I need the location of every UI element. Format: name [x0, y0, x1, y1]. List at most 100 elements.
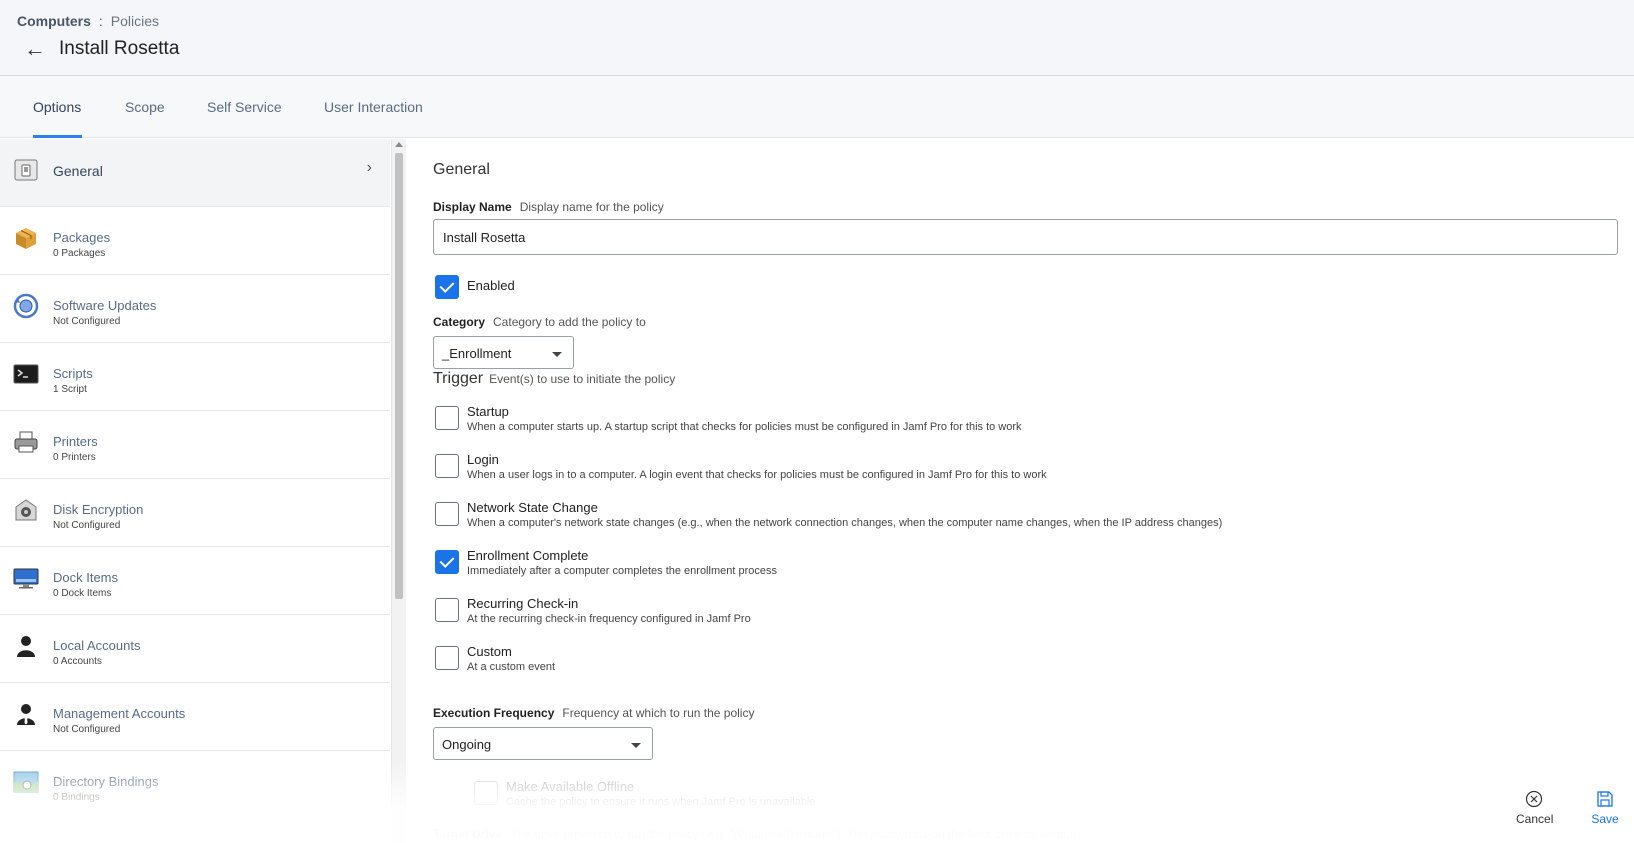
sidebar-item-subtitle: 0 Accounts	[53, 656, 102, 667]
printer-icon	[14, 431, 38, 453]
tab-options[interactable]: Options	[33, 99, 81, 115]
scrollbar-thumb[interactable]	[395, 153, 403, 599]
display-name-label: Display Name Display name for the policy	[433, 200, 664, 214]
terminal-icon	[13, 364, 39, 384]
display-name-label-text: Display Name	[433, 200, 512, 214]
display-name-input[interactable]	[433, 219, 1618, 255]
sidebar-item-label: Disk Encryption	[53, 502, 144, 517]
sidebar-item-subtitle: Not Configured	[53, 724, 121, 735]
sidebar-item-label: Management Accounts	[53, 706, 186, 721]
target-drive-label-text: Target Drive	[433, 827, 503, 841]
sidebar-item-directory-bindings[interactable]: Directory Bindings 0 Bindings	[0, 751, 390, 819]
sidebar-item-software-updates[interactable]: Software Updates Not Configured	[0, 275, 390, 343]
save-button-label: Save	[1591, 812, 1619, 826]
trigger-login-checkbox[interactable]	[435, 454, 459, 478]
breadcrumb-computers[interactable]: Computers	[17, 13, 91, 29]
caret-down-icon	[631, 743, 641, 748]
sidebar-scrollbar[interactable]	[392, 139, 406, 843]
sidebar-item-general[interactable]: General ›	[0, 139, 390, 207]
make-available-offline-label: Make Available Offline	[506, 779, 635, 794]
trigger-enrollment-complete-label: Enrollment Complete	[467, 548, 589, 563]
sidebar-item-subtitle: Not Configured	[53, 316, 121, 327]
page-title: Install Rosetta	[59, 38, 180, 59]
category-select-value: _Enrollment	[442, 346, 512, 361]
trigger-login-label: Login	[467, 452, 499, 467]
sidebar-item-label: Software Updates	[53, 298, 157, 313]
sidebar-item-scripts[interactable]: Scripts 1 Script	[0, 343, 390, 411]
breadcrumb: Computers: Policies	[17, 13, 159, 29]
sidebar-item-label: General	[53, 163, 103, 179]
tab-user-interaction[interactable]: User Interaction	[324, 99, 423, 115]
trigger-custom-desc: At a custom event	[467, 661, 556, 673]
sidebar-item-management-accounts[interactable]: Management Accounts Not Configured	[0, 683, 390, 751]
trigger-startup-checkbox[interactable]	[435, 406, 459, 430]
execution-frequency-label: Execution Frequency Frequency at which to…	[433, 706, 754, 720]
trigger-network-state-change-desc: When a computer's network state changes …	[467, 517, 1223, 529]
sidebar-item-label: Printers	[53, 434, 98, 449]
sidebar: General › Packages 0 Packages Software U…	[0, 139, 392, 843]
sidebar-item-subtitle: 1 Script	[53, 384, 87, 395]
enabled-label: Enabled	[467, 278, 515, 293]
trigger-enrollment-complete-checkbox[interactable]	[435, 550, 459, 574]
category-label: Category Category to add the policy to	[433, 315, 646, 329]
trigger-custom-checkbox[interactable]	[435, 646, 459, 670]
trigger-enrollment-complete-desc: Immediately after a computer completes t…	[467, 565, 777, 577]
manager-user-icon	[17, 704, 35, 725]
breadcrumb-policies[interactable]: Policies	[111, 13, 159, 29]
caret-down-icon	[552, 352, 562, 357]
sidebar-item-label: Local Accounts	[53, 638, 141, 653]
sidebar-item-label: Directory Bindings	[53, 774, 159, 789]
switch-icon	[14, 159, 38, 181]
make-available-offline-desc: Cache the policy to ensure it runs when …	[506, 796, 816, 808]
sidebar-item-packages[interactable]: Packages 0 Packages	[0, 207, 390, 275]
sidebar-item-dock-items[interactable]: Dock Items 0 Dock Items	[0, 547, 390, 615]
category-select[interactable]: _Enrollment	[433, 336, 574, 369]
tab-self-service[interactable]: Self Service	[207, 99, 282, 115]
sidebar-item-printers[interactable]: Printers 0 Printers	[0, 411, 390, 479]
monitor-icon	[13, 568, 39, 589]
package-icon	[16, 228, 36, 249]
back-arrow-icon[interactable]: ←	[24, 36, 46, 62]
trigger-recurring-checkin-desc: At the recurring check-in frequency conf…	[467, 613, 751, 625]
execution-frequency-label-text: Execution Frequency	[433, 706, 555, 720]
software-update-icon	[13, 293, 39, 319]
category-label-text: Category	[433, 315, 486, 329]
trigger-login-desc: When a user logs in to a computer. A log…	[467, 469, 1047, 481]
execution-frequency-value: Ongoing	[442, 737, 492, 752]
trigger-startup-desc: When a computer starts up. A startup scr…	[467, 421, 1022, 433]
chevron-right-icon: ›	[366, 159, 372, 176]
trigger-title-text: Trigger	[433, 370, 484, 387]
close-circle-icon	[1525, 790, 1543, 808]
target-drive-hint: The drive on which to run the policy (e.…	[510, 827, 1077, 841]
sidebar-item-label: Scripts	[53, 366, 93, 381]
page-header: Computers: Policies ← Install Rosetta	[0, 0, 1634, 76]
trigger-startup-label: Startup	[467, 404, 509, 419]
make-available-offline-checkbox[interactable]	[474, 781, 498, 805]
sidebar-item-local-accounts[interactable]: Local Accounts 0 Accounts	[0, 615, 390, 683]
directory-map-icon	[13, 771, 39, 793]
sidebar-item-label: Packages	[53, 230, 111, 245]
active-tab-indicator	[33, 135, 82, 138]
sidebar-item-subtitle: 0 Packages	[53, 248, 106, 259]
trigger-network-state-change-checkbox[interactable]	[435, 502, 459, 526]
trigger-recurring-checkin-checkbox[interactable]	[435, 598, 459, 622]
cancel-button-label: Cancel	[1516, 812, 1554, 826]
execution-frequency-hint: Frequency at which to run the policy	[562, 706, 755, 720]
scroll-up-arrow-icon[interactable]	[395, 142, 403, 147]
tab-scope[interactable]: Scope	[125, 99, 165, 115]
sidebar-item-label: Dock Items	[53, 570, 119, 585]
trigger-title: Trigger Event(s) to use to initiate the p…	[433, 370, 675, 388]
section-title-general: General	[433, 161, 490, 178]
disk-encryption-icon	[15, 499, 37, 521]
sidebar-item-disk-encryption[interactable]: Disk Encryption Not Configured	[0, 479, 390, 547]
sidebar-item-subtitle: Not Configured	[53, 520, 121, 531]
trigger-recurring-checkin-label: Recurring Check-in	[467, 596, 579, 611]
trigger-custom-label: Custom	[467, 644, 512, 659]
save-disk-icon	[1597, 791, 1613, 807]
main-content: General Display Name Display name for the…	[407, 139, 1634, 843]
user-icon	[17, 636, 35, 657]
execution-frequency-select[interactable]: Ongoing	[433, 727, 653, 760]
trigger-network-state-change-label: Network State Change	[467, 500, 598, 515]
enabled-checkbox[interactable]	[435, 275, 459, 299]
display-name-hint: Display name for the policy	[519, 200, 664, 214]
